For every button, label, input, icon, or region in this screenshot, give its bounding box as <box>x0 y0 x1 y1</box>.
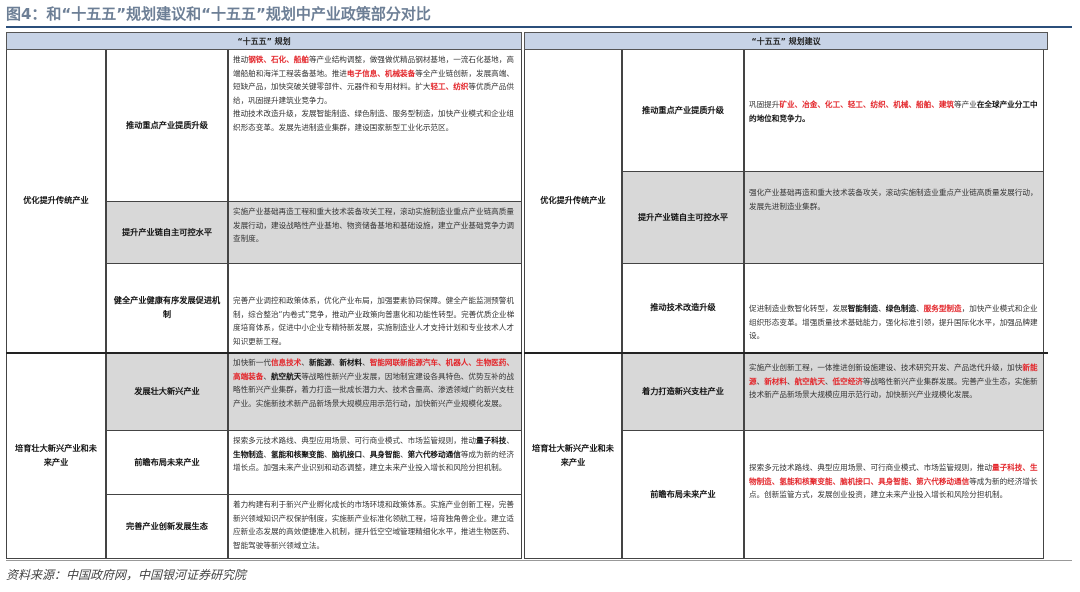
right-header: “十五五” 规划建议 <box>524 32 1048 50</box>
bold-text: 智能制造 <box>847 304 879 313</box>
right-row-desc-4: 实施产业创新工程，一体推进创新设施建设、技术研究开发、产品迭代升级，加快新能源、… <box>744 353 1044 431</box>
body-text: 、 <box>878 304 886 313</box>
body-text: 巩固提升 <box>749 100 780 109</box>
left-row-label-3: 健全产业健康有序发展促进机制 <box>106 264 228 353</box>
body-text: 等产业 <box>954 100 977 109</box>
body-text: 、 <box>506 436 514 445</box>
highlight-text: 轻工、纺织 <box>430 82 469 92</box>
left-row-label-1: 推动重点产业提质升级 <box>106 50 228 202</box>
highlight-text: 航空航天 <box>794 376 825 386</box>
highlight-text: 低空经济 <box>832 376 863 386</box>
bold-text: 具身智能 <box>369 449 401 459</box>
bold-text: 新能源 <box>308 358 332 367</box>
bold-text: 生物制造 <box>233 449 264 459</box>
body-text: 、 <box>324 449 332 459</box>
left-group-traditional: 优化提升传统产业 <box>6 50 106 353</box>
left-header: “十五五” 规划 <box>6 32 522 50</box>
right-row-label-2: 提升产业链自主可控水平 <box>622 172 744 264</box>
bold-text: 新材料 <box>339 358 363 367</box>
source-note: 资料来源：中国政府网，中国银河证券研究院 <box>6 568 247 582</box>
right-row-desc-2: 强化产业基础再造和重大技术装备攻关，滚动实施制造业重点产业链高质量发展行动，发展… <box>744 172 1044 264</box>
highlight-text: 第六代移动通信 <box>916 476 970 486</box>
bold-text: 绿色制造 <box>885 304 917 313</box>
left-row-label-6: 完善产业创新发展生态 <box>106 495 228 559</box>
body-text: 推动技术改造升级，发展智能制造、绿色制造、服务型制造，加快产业模式和企业组织形态… <box>233 109 514 132</box>
left-row-label-5: 前瞻布局未来产业 <box>106 431 228 495</box>
left-row-desc-2: 实施产业基础再造工程和重大技术装备攻关工程，滚动实施制造业重点产业链高质量发展行… <box>228 202 522 264</box>
highlight-text: 服务型制造 <box>923 304 962 313</box>
highlight-text: 钢铁、石化、船舶 <box>248 55 309 64</box>
left-row-desc-3: 完善产业调控和政策体系，优化产业布局，加强要素协同保障。健全产能监测预警机制，综… <box>228 264 522 353</box>
body-text: 强化产业基础再造和重大技术装备攻关，滚动实施制造业重点产业链高质量发展行动，发展… <box>749 188 1038 211</box>
bottom-rule <box>6 560 1072 561</box>
left-row-desc-4: 加快新一代信息技术、新能源、新材料、智能网联新能源汽车、机器人、生物医药、高端装… <box>228 353 522 431</box>
body-text: 、 <box>362 449 370 459</box>
left-group-divider <box>6 352 522 354</box>
bold-text: 第六代移动通信 <box>407 449 461 459</box>
body-text: 实施产业创新工程，一体推进创新设施建设、技术研究开发、产品迭代升级，加快 <box>749 363 1023 372</box>
right-row-desc-3: 促进制造业数智化转型，发展智能制造、绿色制造、服务型制造，加快产业模式和企业组织… <box>744 264 1044 353</box>
left-group-emerging: 培育壮大新兴产业和未来产业 <box>6 353 106 559</box>
body-text: 探索多元技术路线、典型应用场景、可行商业模式、市场监管规则，推动 <box>749 463 992 472</box>
bold-text: 氢能和核聚变能 <box>270 449 325 459</box>
right-row-desc-1: 巩固提升矿业、冶金、化工、轻工、纺织、机械、船舶、建筑等产业在全球产业分工中的地… <box>744 50 1044 172</box>
body-text: 、 <box>400 449 408 459</box>
bold-text: 航空航天 <box>270 371 302 381</box>
body-text: 着力构建有利于新兴产业孵化成长的市场环境和政策体系。实施产业创新工程，完善新兴领… <box>233 500 514 550</box>
right-group-divider <box>524 352 1048 354</box>
body-text: 、 <box>916 304 924 313</box>
body-text: 、 <box>824 376 833 386</box>
left-row-label-4: 发展壮大新兴产业 <box>106 353 228 431</box>
body-text: 、 <box>301 358 309 367</box>
left-row-desc-1: 推动钢铁、石化、船舶等产业结构调整，做强做优精品钢材基地，一流石化基地，高端船舶… <box>228 50 522 202</box>
body-text: 、 <box>786 376 795 386</box>
left-row-desc-6: 着力构建有利于新兴产业孵化成长的市场环境和政策体系。实施产业创新工程，完善新兴领… <box>228 495 522 559</box>
body-text: 加快新一代 <box>233 358 271 367</box>
figure-title: 图4：和“十五五”规划建议和“十五五”规划中产业政策部分对比 <box>6 5 431 23</box>
right-table: “十五五” 规划建议 优化提升传统产业 培育壮大新兴产业和未来产业 推动重点产业… <box>524 32 1048 560</box>
right-group-traditional: 优化提升传统产业 <box>524 50 622 353</box>
body-text: 实施产业基础再造工程和重大技术装备攻关工程，滚动实施制造业重点产业链高质量发展行… <box>233 207 514 244</box>
body-text: 、 <box>263 449 271 459</box>
body-text: 完善产业调控和政策体系，优化产业布局，加强要素协同保障。健全产能监测预警机制，综… <box>233 296 515 346</box>
body-text: 、 <box>362 358 370 367</box>
right-row-desc-5: 探索多元技术路线、典型应用场景、可行商业模式、市场监管规则，推动量子科技、生物制… <box>744 431 1044 559</box>
left-row-label-2: 提升产业链自主可控水平 <box>106 202 228 264</box>
left-row-desc-5: 探索多元技术路线、典型应用场景、可行商业模式、市场监管规则，推动量子科技、生物制… <box>228 431 522 495</box>
left-table: “十五五” 规划 优化提升传统产业 培育壮大新兴产业和未来产业 推动重点产业提质… <box>6 32 522 560</box>
body-text: 促进制造业数智化转型，发展 <box>749 304 848 313</box>
bold-text: 量子科技 <box>476 436 507 445</box>
highlight-text: 矿业、冶金、化工、轻工、纺织、机械、船舶、建筑 <box>779 100 955 109</box>
right-row-label-1: 推动重点产业提质升级 <box>622 50 744 172</box>
body-text: 推动 <box>233 55 249 64</box>
body-text: 、 <box>263 371 271 381</box>
right-group-emerging: 培育壮大新兴产业和未来产业 <box>524 353 622 559</box>
highlight-text: 电子信息、机械装备 <box>346 68 416 78</box>
highlight-text: 信息技术 <box>270 358 302 367</box>
title-rule <box>6 26 1072 28</box>
right-row-label-5: 前瞻布局未来产业 <box>622 431 744 559</box>
highlight-text: 新材料 <box>764 376 787 386</box>
body-text: 探索多元技术路线、典型应用场景、可行商业模式、市场监管规则，推动 <box>233 436 476 445</box>
right-row-label-3: 推动技术改造升级 <box>622 264 744 353</box>
bold-text: 脑机接口 <box>331 449 363 459</box>
right-row-label-4: 着力打造新兴支柱产业 <box>622 353 744 431</box>
